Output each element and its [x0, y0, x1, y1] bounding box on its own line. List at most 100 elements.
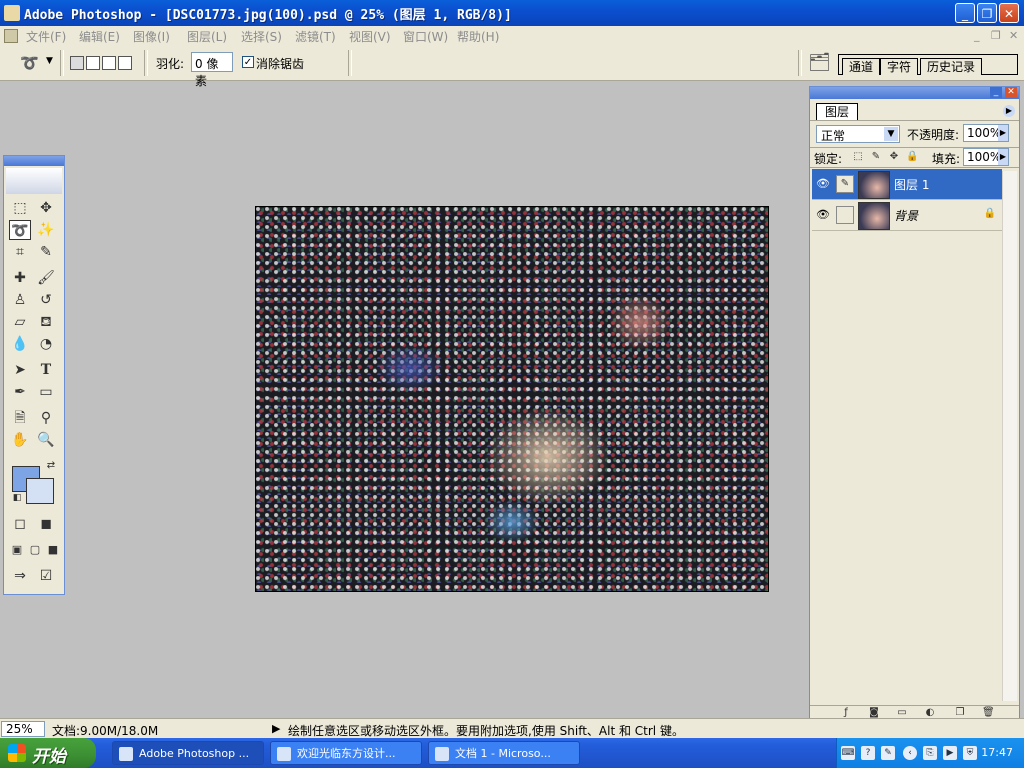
well-tab-history[interactable]: 历史记录 — [920, 58, 983, 75]
minimize-button[interactable]: _ — [955, 3, 975, 23]
toolbox-title-bar[interactable] — [4, 156, 64, 166]
type-tool-icon[interactable]: T — [35, 360, 57, 380]
eye-icon[interactable]: 👁 — [816, 177, 830, 191]
divider — [810, 120, 1019, 121]
notes-tool-icon[interactable]: 🗎 — [9, 408, 31, 428]
security-icon[interactable]: ⛨ — [963, 746, 977, 760]
lock-transparency-icon[interactable]: ⬚ — [852, 151, 864, 163]
network-icon[interactable]: ⎘ — [923, 746, 937, 760]
menu-window[interactable]: 窗口(W) — [403, 28, 448, 45]
photoshop-app-icon[interactable] — [4, 5, 20, 21]
healing-brush-tool-icon[interactable]: ✚ — [9, 268, 31, 288]
crop-tool-icon[interactable]: ⌗ — [9, 242, 31, 262]
path-selection-tool-icon[interactable]: ➤ — [9, 360, 31, 380]
magic-wand-tool-icon[interactable]: ✨ — [35, 220, 57, 240]
menu-layer[interactable]: 图层(L) — [187, 28, 227, 45]
zoom-field[interactable]: 25% — [1, 721, 45, 737]
doc-restore-icon[interactable]: ❐ — [991, 29, 1001, 42]
lasso-preset-icon[interactable]: ➰ — [20, 54, 39, 72]
keyboard-icon[interactable]: ⌨ — [841, 746, 855, 760]
media-player-icon[interactable]: ▶ — [943, 746, 957, 760]
brush-icon[interactable]: ✎ — [836, 175, 854, 193]
help-icon[interactable]: ? — [861, 746, 875, 760]
lasso-tool-icon[interactable]: ➰ — [9, 220, 31, 240]
add-selection-icon[interactable] — [86, 56, 100, 70]
paint-bucket-tool-icon[interactable]: ⛾ — [35, 312, 57, 332]
eyedropper-tool-icon[interactable]: ⚲ — [35, 408, 57, 428]
fill-slider-icon[interactable]: ▶ — [998, 149, 1008, 165]
blend-mode-select[interactable]: 正常 ▼ — [816, 125, 900, 143]
tab-layers[interactable]: 图层 — [816, 103, 859, 120]
panel-title-bar[interactable] — [810, 87, 1019, 99]
menu-image[interactable]: 图像(I) — [133, 28, 170, 45]
swap-colors-icon[interactable]: ⇄ — [40, 456, 62, 476]
opacity-slider-icon[interactable]: ▶ — [998, 125, 1008, 141]
panel-close-icon[interactable]: ✕ — [1005, 87, 1017, 98]
lock-position-icon[interactable]: ✥ — [888, 151, 900, 163]
screen-mode-full-icon[interactable]: ■ — [42, 540, 64, 560]
feather-logo-icon[interactable] — [6, 168, 62, 194]
intersect-selection-icon[interactable] — [118, 56, 132, 70]
ime-icon[interactable]: ✎ — [881, 746, 895, 760]
well-tab-channels[interactable]: 通道 — [842, 58, 881, 75]
panel-minimize-icon[interactable]: _ — [990, 87, 1002, 98]
hand-tool-icon[interactable]: ✋ — [9, 430, 31, 450]
document-icon[interactable] — [4, 29, 18, 43]
opacity-field[interactable]: 100% ▶ — [963, 124, 1009, 142]
doc-minimize-icon[interactable]: _ — [974, 29, 980, 42]
blur-tool-icon[interactable]: 💧 — [9, 334, 31, 354]
taskbar-item-browser[interactable]: 欢迎光临东方设计... — [270, 741, 422, 765]
subtract-selection-icon[interactable] — [102, 56, 116, 70]
move-tool-icon[interactable]: ✥ — [35, 198, 57, 218]
brush-tool-icon[interactable]: 🖌 — [35, 268, 57, 288]
status-arrow-icon[interactable]: ▶ — [272, 722, 280, 735]
jump-to-imageready-icon[interactable]: ⇒ — [9, 566, 31, 586]
layer-name: 背景 — [894, 209, 919, 223]
new-selection-icon[interactable] — [70, 56, 84, 70]
layer-row[interactable]: 👁 ✎ 图层 1 — [812, 169, 1002, 200]
fill-field[interactable]: 100% ▶ — [963, 148, 1009, 166]
edit-in-imageready-icon[interactable]: ☑ — [35, 566, 57, 586]
standard-mode-icon[interactable]: ◻ — [9, 514, 31, 534]
slice-tool-icon[interactable]: ✎ — [35, 242, 57, 262]
lock-pixels-icon[interactable]: ✎ — [870, 151, 882, 163]
palette-well-icon[interactable]: 🗂 — [808, 52, 831, 73]
eraser-tool-icon[interactable]: ▱ — [9, 312, 31, 332]
quick-mask-mode-icon[interactable]: ◼ — [35, 514, 57, 534]
start-button[interactable]: 开始 — [0, 738, 96, 768]
menu-filter[interactable]: 滤镜(T) — [295, 28, 336, 45]
menu-file[interactable]: 文件(F) — [26, 28, 66, 45]
feather-input[interactable]: 0 像素 — [191, 52, 233, 88]
chevron-down-icon[interactable]: ▼ — [46, 56, 53, 66]
close-button[interactable]: ✕ — [999, 3, 1019, 23]
restore-button[interactable]: ❐ — [977, 3, 997, 23]
panel-menu-icon[interactable]: ▶ — [1003, 105, 1015, 117]
clone-stamp-tool-icon[interactable]: ♙ — [9, 290, 31, 310]
well-tab-character[interactable]: 字符 — [880, 58, 919, 75]
taskbar-item-photoshop[interactable]: Adobe Photoshop ... — [112, 741, 264, 765]
pen-tool-icon[interactable]: ✒ — [9, 382, 31, 402]
menu-edit[interactable]: 编辑(E) — [79, 28, 120, 45]
background-color-swatch[interactable] — [26, 478, 54, 504]
marquee-tool-icon[interactable]: ⬚ — [9, 198, 31, 218]
rectangle-tool-icon[interactable]: ▭ — [35, 382, 57, 402]
dodge-tool-icon[interactable]: ◔ — [35, 334, 57, 354]
antialias-checkbox[interactable]: ✓ — [242, 56, 254, 68]
menu-select[interactable]: 选择(S) — [241, 28, 282, 45]
document-size[interactable]: 文档:9.00M/18.0M — [52, 722, 158, 739]
tray-expand-icon[interactable]: ‹ — [903, 746, 917, 760]
history-brush-tool-icon[interactable]: ↺ — [35, 290, 57, 310]
taskbar-item-word[interactable]: 文档 1 - Microso... — [428, 741, 580, 765]
zoom-tool-icon[interactable]: 🔍 — [35, 430, 57, 450]
lock-all-icon[interactable]: 🔒 — [906, 151, 918, 163]
doc-close-icon[interactable]: ✕ — [1009, 29, 1018, 42]
link-slot-icon[interactable] — [836, 206, 854, 224]
default-colors-icon[interactable]: ◧ — [6, 488, 28, 508]
layer-row[interactable]: 👁 背景 🔒 — [812, 200, 1002, 231]
menu-help[interactable]: 帮助(H) — [457, 28, 499, 45]
eye-icon[interactable]: 👁 — [816, 208, 830, 222]
menu-view[interactable]: 视图(V) — [349, 28, 391, 45]
document-canvas[interactable] — [255, 206, 769, 592]
layers-scrollbar[interactable] — [1002, 171, 1017, 701]
opacity-value: 100% — [967, 126, 1002, 140]
